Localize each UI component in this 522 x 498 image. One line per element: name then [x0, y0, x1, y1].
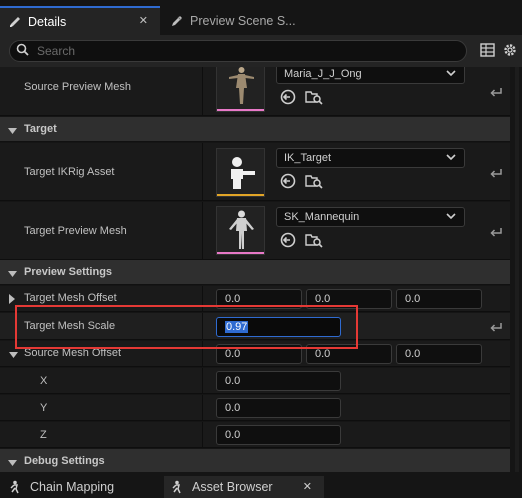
chevron-down-icon	[446, 152, 456, 165]
source-offset-x-row: X 0.0	[0, 368, 510, 394]
tab-preview-scene[interactable]: Preview Scene S...	[162, 6, 302, 35]
target-mesh-combo[interactable]: SK_Mannequin	[276, 207, 465, 227]
target-mesh-offset-row: Target Mesh Offset 0.0 0.0 0.0	[0, 286, 510, 312]
preview-scene-icon	[170, 14, 184, 28]
column-divider	[202, 313, 203, 339]
tab-asset-browser-label: Asset Browser	[192, 480, 273, 494]
target-mesh-thumbnail[interactable]	[216, 206, 265, 255]
column-divider	[202, 286, 203, 311]
target-offset-x-field[interactable]: 0.0	[216, 289, 302, 309]
details-panel: Source Preview Mesh Maria_J_J_Ong Target…	[0, 67, 522, 472]
source-preview-mesh-label: Source Preview Mesh	[24, 81, 131, 93]
z-field[interactable]: 0.0	[216, 425, 341, 445]
collapse-arrow-icon[interactable]	[9, 350, 18, 362]
search-icon	[16, 43, 29, 59]
tab-bar: Details ✕ Preview Scene S...	[0, 0, 522, 35]
y-label: Y	[40, 402, 48, 414]
column-divider	[202, 395, 203, 420]
target-preview-mesh-label: Target Preview Mesh	[24, 225, 127, 237]
tab-chain-mapping-label: Chain Mapping	[30, 480, 115, 494]
source-offset-z-row: Z 0.0	[0, 422, 510, 448]
column-divider	[202, 368, 203, 393]
scrollbar[interactable]	[512, 67, 522, 472]
target-offset-z-field[interactable]: 0.0	[396, 289, 482, 309]
category-preview-settings-label: Preview Settings	[24, 266, 113, 278]
skeletal-mesh-color-bar	[217, 252, 264, 254]
x-field[interactable]: 0.0	[216, 371, 341, 391]
scrollbar-thumb[interactable]	[515, 67, 519, 472]
category-debug-settings[interactable]: Debug Settings	[0, 449, 510, 472]
asset-browser-icon	[170, 480, 184, 494]
tab-details-label: Details	[28, 14, 67, 29]
collapse-arrow-icon	[8, 126, 17, 138]
chevron-down-icon	[446, 211, 456, 224]
tab-preview-scene-label: Preview Scene S...	[190, 13, 296, 28]
use-selected-asset-icon[interactable]	[280, 173, 296, 189]
search-box[interactable]	[9, 40, 467, 62]
bottom-tab-bar: Chain Mapping Asset Browser ✕	[0, 472, 522, 498]
ikrig-color-bar	[217, 194, 264, 196]
category-preview-settings[interactable]: Preview Settings	[0, 260, 510, 285]
source-mesh-offset-label: Source Mesh Offset	[24, 347, 122, 359]
category-target-label: Target	[24, 123, 57, 135]
source-mesh-combo[interactable]: Maria_J_J_Ong	[276, 67, 465, 84]
target-mesh-scale-label: Target Mesh Scale	[24, 320, 116, 332]
source-offset-z-field[interactable]: 0.0	[396, 344, 482, 364]
pencil-icon	[8, 15, 22, 29]
reset-to-default-icon[interactable]	[482, 143, 510, 200]
column-divider	[202, 143, 203, 200]
chevron-down-icon	[446, 68, 456, 81]
target-ikrig-label: Target IKRig Asset	[24, 166, 115, 178]
column-divider	[202, 422, 203, 447]
target-mesh-offset-label: Target Mesh Offset	[24, 292, 117, 304]
target-mesh-scale-row: Target Mesh Scale 0.97	[0, 313, 510, 340]
source-mesh-offset-row: Source Mesh Offset 0.0 0.0 0.0	[0, 341, 510, 367]
reset-to-default-icon[interactable]	[482, 67, 510, 115]
collapse-arrow-icon	[8, 458, 17, 470]
details-toolbar	[0, 35, 522, 67]
skeletal-mesh-color-bar	[217, 109, 264, 111]
target-offset-y-field[interactable]: 0.0	[306, 289, 392, 309]
close-icon[interactable]: ✕	[139, 14, 148, 27]
use-selected-asset-icon[interactable]	[280, 89, 296, 105]
search-input[interactable]	[37, 44, 417, 58]
tab-asset-browser[interactable]: Asset Browser ✕	[164, 476, 324, 498]
source-mesh-thumbnail[interactable]	[216, 67, 265, 112]
expand-arrow-icon[interactable]	[9, 294, 16, 307]
column-divider	[202, 202, 203, 259]
source-preview-mesh-row: Source Preview Mesh Maria_J_J_Ong	[0, 67, 510, 116]
target-mesh-scale-field[interactable]: 0.97	[216, 317, 341, 337]
column-divider	[202, 67, 203, 115]
property-matrix-icon[interactable]	[480, 43, 495, 57]
tab-chain-mapping[interactable]: Chain Mapping	[0, 476, 160, 498]
y-field[interactable]: 0.0	[216, 398, 341, 418]
browse-asset-icon[interactable]	[305, 173, 323, 189]
category-debug-settings-label: Debug Settings	[24, 455, 105, 467]
target-ikrig-combo-value: IK_Target	[284, 152, 332, 164]
z-label: Z	[40, 429, 47, 441]
target-ikrig-combo[interactable]: IK_Target	[276, 148, 465, 168]
chain-mapping-icon	[8, 480, 22, 494]
ikrig-thumbnail[interactable]	[216, 148, 265, 197]
reset-to-default-icon[interactable]	[482, 202, 510, 259]
column-divider	[202, 341, 203, 366]
category-target[interactable]: Target	[0, 117, 510, 142]
use-selected-asset-icon[interactable]	[280, 232, 296, 248]
collapse-arrow-icon	[8, 269, 17, 281]
tab-details[interactable]: Details ✕	[0, 6, 160, 35]
target-mesh-combo-value: SK_Mannequin	[284, 211, 360, 223]
browse-asset-icon[interactable]	[305, 89, 323, 105]
source-mesh-combo-value: Maria_J_J_Ong	[284, 68, 362, 80]
source-offset-y-row: Y 0.0	[0, 395, 510, 421]
target-ikrig-row: Target IKRig Asset IK_Target	[0, 143, 510, 201]
reset-to-default-icon[interactable]	[482, 313, 510, 339]
x-label: X	[40, 375, 48, 387]
target-mesh-scale-value: 0.97	[225, 321, 249, 333]
target-preview-mesh-row: Target Preview Mesh SK_Mannequin	[0, 202, 510, 260]
source-offset-y-field[interactable]: 0.0	[306, 344, 392, 364]
close-icon[interactable]: ✕	[303, 480, 312, 493]
source-offset-x-field[interactable]: 0.0	[216, 344, 302, 364]
gear-icon[interactable]	[502, 42, 518, 58]
browse-asset-icon[interactable]	[305, 232, 323, 248]
